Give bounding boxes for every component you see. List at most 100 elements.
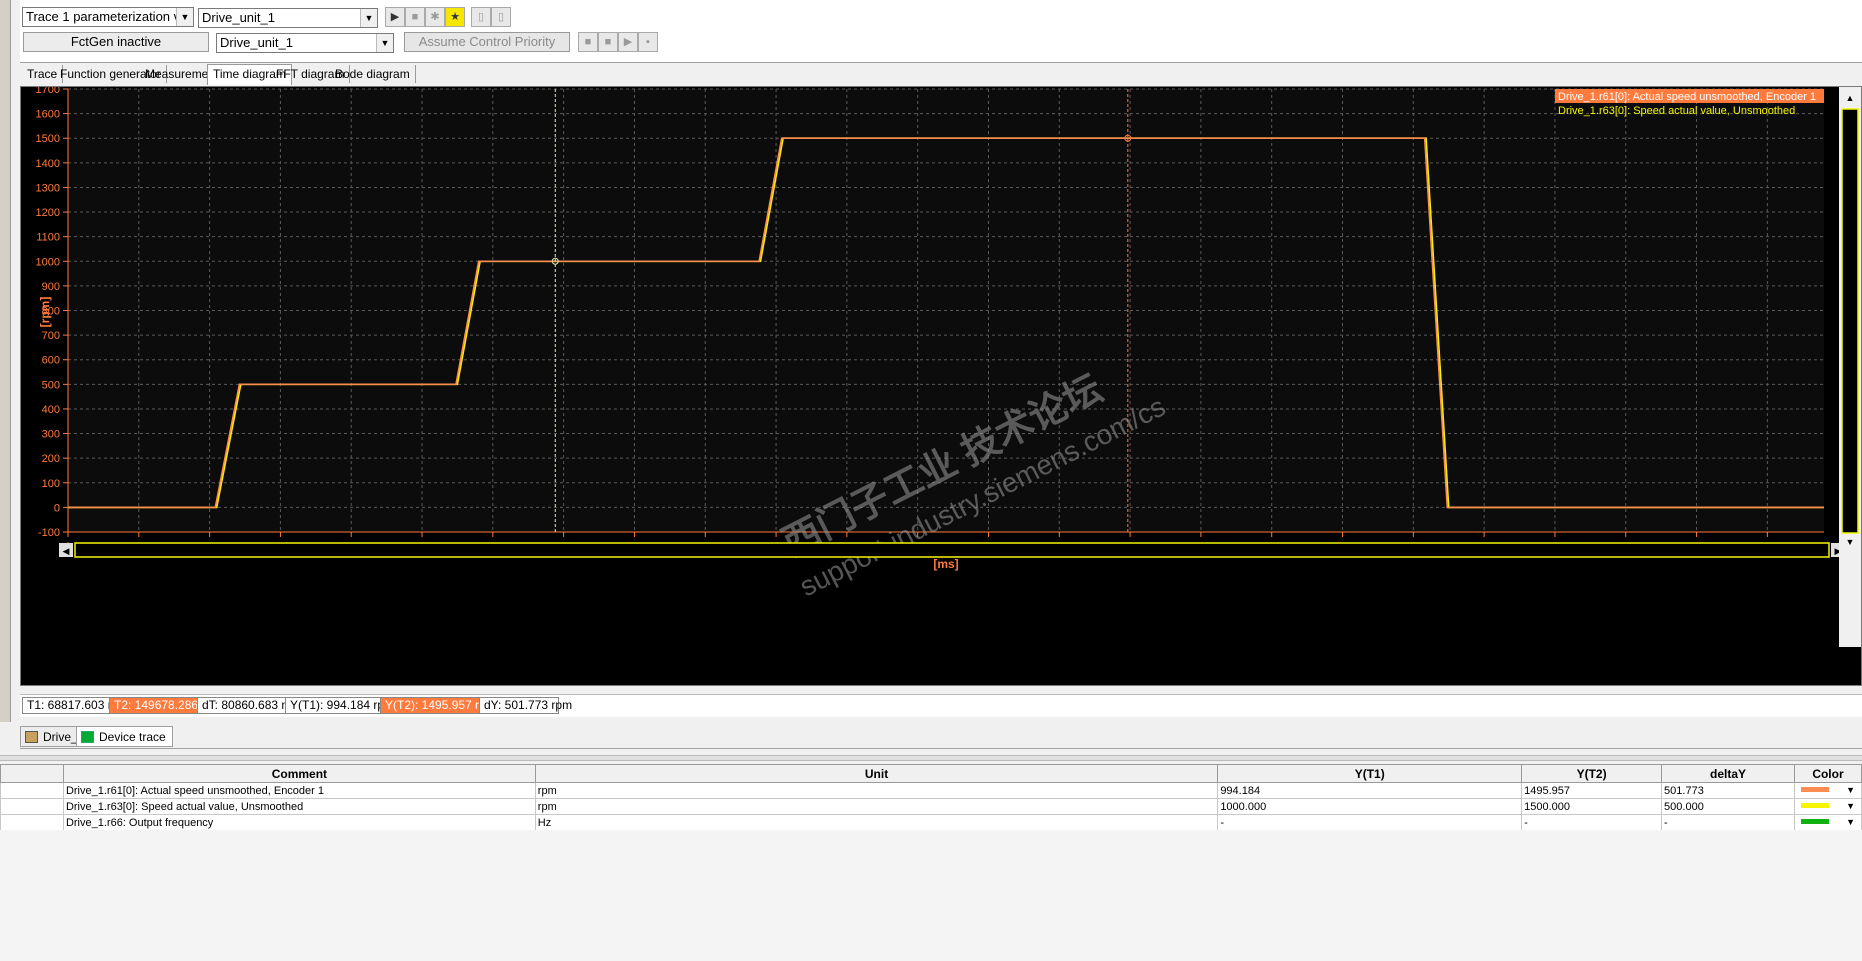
legend-item-1: Drive_1.r61[0]: Actual speed unsmoothed,… bbox=[1558, 91, 1816, 103]
cell-deltay: 501.773 bbox=[1661, 782, 1795, 799]
drive-select-bottom-value: Drive_unit_1 bbox=[220, 35, 293, 50]
time-diagram-chart[interactable]: -100 0 100 200 300 400 500 600 700 800 900 1000 1100… bbox=[20, 86, 1862, 686]
y-tick-label: 600 bbox=[42, 355, 60, 367]
cell-color[interactable]: ▼ bbox=[1793, 814, 1862, 831]
cell-yt2: 1495.957 bbox=[1521, 782, 1663, 799]
header-comment[interactable]: Comment bbox=[62, 764, 536, 783]
color-swatch bbox=[1800, 802, 1829, 808]
splitter[interactable] bbox=[0, 755, 1862, 761]
y-tick-label: 0 bbox=[54, 502, 60, 514]
header-yt2[interactable]: Y(T2) bbox=[1521, 764, 1663, 783]
cell-yt1: 1000.000 bbox=[1217, 798, 1523, 815]
table-row[interactable]: Drive_1.r63[0]: Speed actual value, Unsm… bbox=[0, 798, 1862, 815]
y-axis-label: [rpm] bbox=[38, 297, 52, 328]
editor-tabs: Drive_1 Device trace bbox=[20, 725, 1862, 749]
cell-unit: rpm bbox=[534, 782, 1219, 799]
chevron-down-icon[interactable]: ▼ bbox=[360, 9, 377, 27]
vertical-scrollbar-svg: ▲ ▼ bbox=[1839, 87, 1861, 647]
y-tick-label: 900 bbox=[42, 281, 60, 293]
header-color[interactable]: Color bbox=[1793, 764, 1862, 783]
trace-tabs: Trace Function generator Measurements Ti… bbox=[20, 63, 1862, 85]
chevron-left-icon: ◀ bbox=[63, 546, 70, 556]
chevron-down-icon[interactable]: ▼ bbox=[1846, 815, 1855, 830]
color-swatch bbox=[1800, 786, 1829, 792]
signal-table: Comment Unit Y(T1) Y(T2) deltaY Color Dr… bbox=[0, 764, 1862, 831]
cell-comment: Drive_1.r61[0]: Actual speed unsmoothed,… bbox=[62, 782, 536, 799]
tab-device-trace[interactable]: Device trace bbox=[76, 726, 173, 747]
trace-status-value: Trace 1 parameterization valid bbox=[26, 9, 194, 24]
fctgen-status: FctGen inactive bbox=[23, 32, 209, 52]
table-row[interactable]: Drive_1.r61[0]: Actual speed unsmoothed,… bbox=[0, 782, 1862, 799]
trace-status-select[interactable]: Trace 1 parameterization valid ▼ bbox=[22, 7, 194, 27]
assume-control-priority-button[interactable]: Assume Control Priority bbox=[404, 32, 570, 52]
row-select-cell[interactable] bbox=[0, 798, 64, 815]
cell-yt1: - bbox=[1217, 814, 1523, 831]
y-tick-label: 100 bbox=[42, 478, 60, 490]
legend: Drive_1.r61[0]: Actual speed unsmoothed,… bbox=[1555, 89, 1824, 117]
chevron-down-icon[interactable]: ▼ bbox=[1846, 799, 1855, 814]
stop-trace-button[interactable]: ■ bbox=[405, 7, 425, 27]
y-tick-label: 1600 bbox=[36, 109, 60, 121]
y-tick-label: 1500 bbox=[36, 133, 60, 145]
y-tick-label: 300 bbox=[42, 429, 60, 441]
y-tick-label: 1000 bbox=[36, 256, 60, 268]
y-tick-label: 1400 bbox=[36, 158, 60, 170]
upload-icon-button[interactable]: ▯ bbox=[471, 7, 491, 27]
status-dy: dY: 501.773 rpm bbox=[479, 697, 572, 714]
trigger-icon-button[interactable]: ✱ bbox=[425, 7, 445, 27]
fg-play-button[interactable]: ▶ bbox=[618, 32, 638, 52]
trace-toolbar: Trace 1 parameterization valid ▼ Drive_u… bbox=[20, 0, 1862, 63]
chevron-down-icon[interactable]: ▼ bbox=[1846, 783, 1855, 798]
header-yt1[interactable]: Y(T1) bbox=[1217, 764, 1523, 783]
oscilloscope-icon bbox=[81, 731, 94, 743]
time-scrollbar-thumb[interactable] bbox=[74, 542, 1830, 558]
chevron-up-icon[interactable]: ▲ bbox=[1846, 93, 1855, 103]
fg-pause-button[interactable]: ■ bbox=[598, 32, 618, 52]
cell-comment: Drive_1.r63[0]: Speed actual value, Unsm… bbox=[62, 798, 536, 815]
vertical-scrollbar[interactable]: ▲ ▼ bbox=[1839, 87, 1861, 647]
cell-color[interactable]: ▼ bbox=[1793, 782, 1862, 799]
table-empty-area bbox=[0, 830, 1862, 961]
download-icon-button[interactable]: ▯ bbox=[491, 7, 511, 27]
table-header-row: Comment Unit Y(T1) Y(T2) deltaY Color bbox=[0, 764, 1862, 783]
y-tick-label: 1300 bbox=[36, 182, 60, 194]
cell-yt2: - bbox=[1521, 814, 1663, 831]
y-tick-label: 1700 bbox=[36, 87, 60, 96]
cell-unit: Hz bbox=[534, 814, 1219, 831]
tab-bode-diagram[interactable]: Bode diagram bbox=[330, 65, 416, 83]
y-tick-label: 400 bbox=[42, 404, 60, 416]
left-panel-strip bbox=[0, 0, 11, 722]
y-tick-label: -100 bbox=[38, 527, 60, 539]
chevron-down-icon[interactable]: ▼ bbox=[376, 34, 393, 52]
cursor-status-bar: T1: 68817.603 ms T2: 149678.286 ms dT: 8… bbox=[20, 694, 1862, 717]
table-row[interactable]: Drive_1.r66: Output frequency Hz - - - ▼ bbox=[0, 814, 1862, 831]
legend-item-2: Drive_1.r63[0]: Speed actual value, Unsm… bbox=[1558, 105, 1795, 117]
header-select bbox=[0, 764, 64, 783]
cell-color[interactable]: ▼ bbox=[1793, 798, 1862, 815]
start-trace-button[interactable]: ▶ bbox=[385, 7, 405, 27]
drive-select-bottom[interactable]: Drive_unit_1 ▼ bbox=[216, 33, 394, 53]
cell-unit: rpm bbox=[534, 798, 1219, 815]
row-select-cell[interactable] bbox=[0, 814, 64, 831]
row-select-cell[interactable] bbox=[0, 782, 64, 799]
y-tick-label: 700 bbox=[42, 330, 60, 342]
x-axis-label: [ms] bbox=[933, 557, 958, 571]
vertical-scroll-thumb[interactable] bbox=[1841, 108, 1859, 534]
y-tick-label: 1100 bbox=[36, 232, 60, 244]
cell-deltay: 500.000 bbox=[1661, 798, 1795, 815]
cell-yt1: 994.184 bbox=[1217, 782, 1523, 799]
chevron-down-icon[interactable]: ▼ bbox=[176, 8, 193, 26]
drive-icon bbox=[25, 731, 38, 743]
fg-reset-button[interactable]: ▪ bbox=[638, 32, 658, 52]
y-tick-label: 200 bbox=[42, 453, 60, 465]
chart-svg: -100010020030040050060070080090010001100… bbox=[21, 87, 1841, 685]
header-deltay[interactable]: deltaY bbox=[1661, 764, 1795, 783]
tab-device-trace-label: Device trace bbox=[99, 730, 166, 744]
chevron-down-icon[interactable]: ▼ bbox=[1846, 537, 1855, 547]
header-unit[interactable]: Unit bbox=[534, 764, 1219, 783]
fg-stop-button[interactable]: ■ bbox=[578, 32, 598, 52]
record-icon-button[interactable]: ★ bbox=[445, 7, 465, 27]
drive-select-top[interactable]: Drive_unit_1 ▼ bbox=[198, 8, 378, 28]
y-tick-label: 500 bbox=[42, 379, 60, 391]
y-tick-label: 1200 bbox=[36, 207, 60, 219]
